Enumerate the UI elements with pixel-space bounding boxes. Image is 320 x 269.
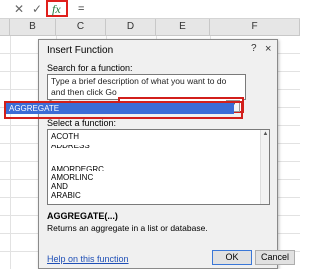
function-list-label: Select a function: bbox=[47, 118, 117, 128]
formula-input[interactable]: = bbox=[78, 1, 84, 17]
insert-function-button[interactable]: fx bbox=[46, 0, 68, 17]
grid-line bbox=[10, 36, 11, 269]
x-icon[interactable]: ✕ bbox=[14, 1, 24, 17]
formula-bar: ✕ ✓ fx = bbox=[0, 0, 300, 19]
function-description: Returns an aggregate in a list or databa… bbox=[47, 223, 208, 233]
cancel-button[interactable]: Cancel bbox=[255, 250, 295, 265]
function-list[interactable]: ACOTH ADDRESS AMORDEGRC AMORLINC AND ARA… bbox=[47, 129, 270, 205]
help-icon[interactable]: ? bbox=[251, 43, 257, 54]
help-link[interactable]: Help on this function bbox=[47, 254, 129, 264]
fx-icon: fx bbox=[52, 2, 61, 16]
list-item[interactable]: ACOTH bbox=[51, 132, 79, 142]
close-icon[interactable]: × bbox=[265, 43, 271, 55]
column-header-e[interactable]: E bbox=[156, 19, 210, 35]
ok-button[interactable]: OK bbox=[212, 250, 252, 265]
column-header-f[interactable]: F bbox=[210, 19, 300, 35]
function-signature: AGGREGATE(...) bbox=[47, 211, 118, 221]
list-scrollbar[interactable]: ▲ bbox=[260, 130, 269, 204]
check-icon[interactable]: ✓ bbox=[32, 1, 42, 17]
column-headers: B C D E F bbox=[0, 19, 300, 36]
column-header-b[interactable]: B bbox=[10, 19, 56, 35]
list-item[interactable]: ADDRESS bbox=[51, 145, 90, 151]
column-header-c[interactable]: C bbox=[56, 19, 106, 35]
selected-function-label: AGGREGATE bbox=[9, 104, 60, 113]
column-header-spacer bbox=[0, 19, 10, 35]
search-label: Search for a function: bbox=[47, 63, 133, 73]
insert-function-dialog: Insert Function ? × Search for a functio… bbox=[38, 39, 295, 269]
dialog-title: Insert Function bbox=[47, 45, 114, 56]
chevron-up-icon[interactable]: ▲ bbox=[261, 130, 269, 139]
list-item[interactable]: ARABIC bbox=[51, 191, 81, 201]
list-item-selected[interactable]: AGGREGATE bbox=[6, 103, 234, 114]
column-header-d[interactable]: D bbox=[106, 19, 156, 35]
